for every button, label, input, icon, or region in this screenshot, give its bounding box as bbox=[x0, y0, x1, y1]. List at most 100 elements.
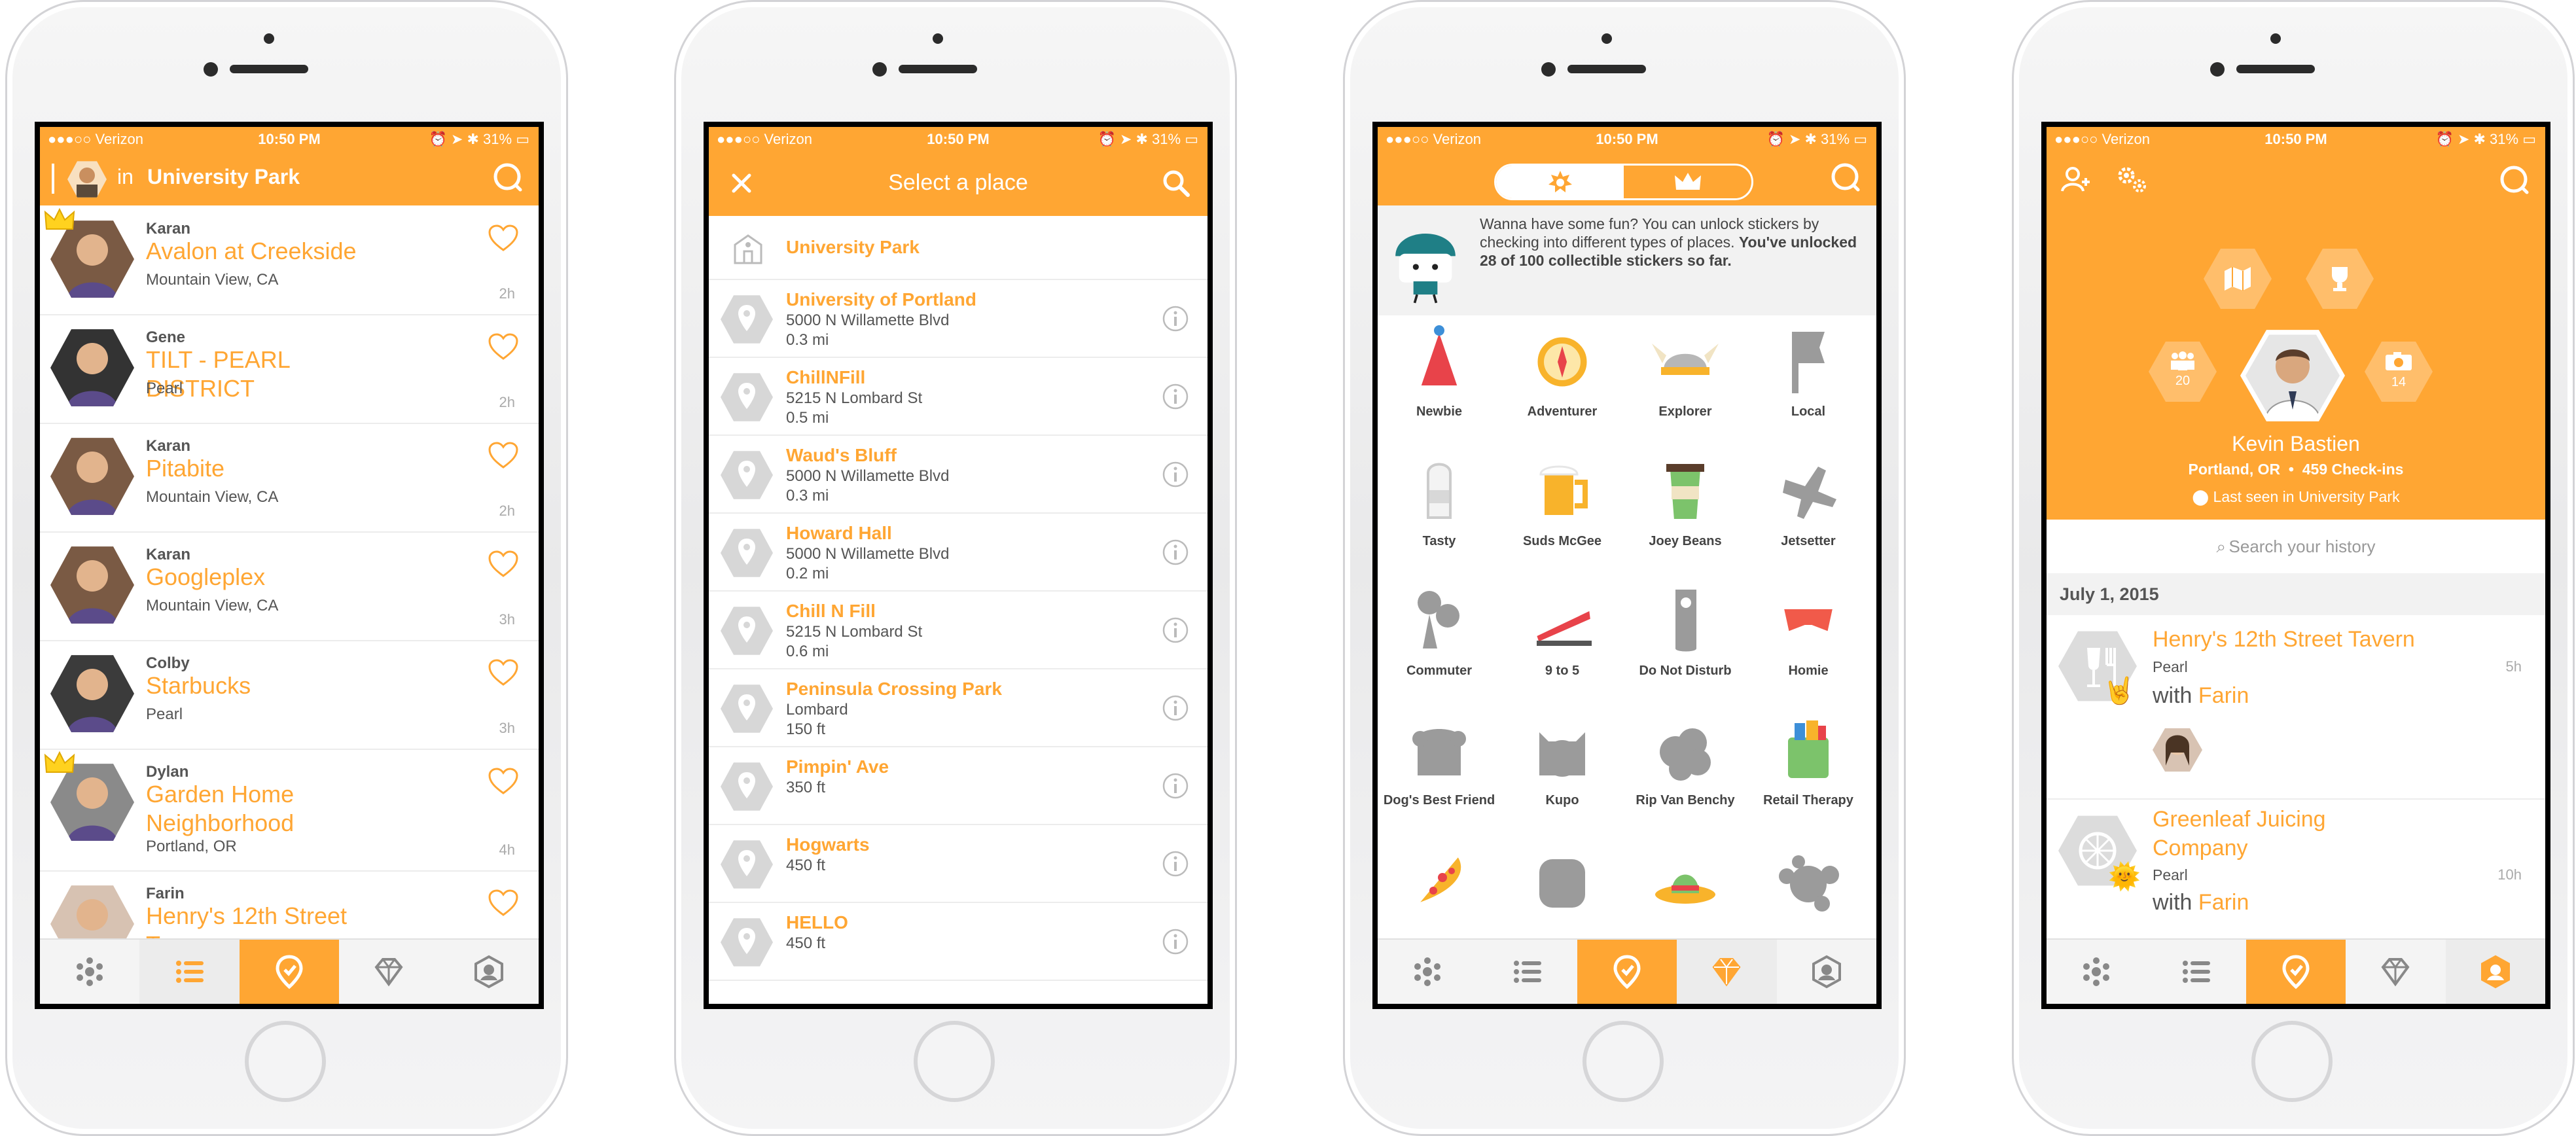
tab-feed[interactable] bbox=[1477, 940, 1577, 1004]
feed-item[interactable]: Colby Starbucks Pearl 3h bbox=[40, 640, 539, 750]
place-row[interactable]: Howard Hall 5000 N Willamette Blvd 0.2 m… bbox=[709, 512, 1208, 592]
sticker-item[interactable]: Newbie bbox=[1378, 321, 1501, 445]
info-icon[interactable] bbox=[1162, 772, 1189, 800]
sticker-item[interactable]: Tasty bbox=[1378, 450, 1501, 575]
history-search[interactable]: ⌕ Search your history bbox=[2047, 520, 2545, 575]
heart-icon[interactable] bbox=[488, 441, 519, 470]
sticker-item[interactable]: Homie bbox=[1747, 580, 1870, 704]
sticker-item[interactable]: Kupo bbox=[1501, 709, 1624, 834]
tab-profile[interactable] bbox=[439, 940, 539, 1004]
tab-checkin[interactable] bbox=[1577, 940, 1677, 1004]
info-icon[interactable] bbox=[1162, 928, 1189, 955]
tab-nearby[interactable] bbox=[2047, 940, 2146, 1004]
tab-feed[interactable] bbox=[2146, 940, 2245, 1004]
feed-place[interactable]: Starbucks bbox=[146, 671, 395, 700]
sticker-item[interactable]: Local bbox=[1747, 321, 1870, 445]
feed-item[interactable]: Karan Googleplex Mountain View, CA 3h bbox=[40, 531, 539, 641]
home-button[interactable] bbox=[1583, 1021, 1664, 1102]
tab-nearby[interactable] bbox=[40, 940, 139, 1004]
sticker-item[interactable]: Jetsetter bbox=[1747, 450, 1870, 575]
sticker-item[interactable]: Adventurer bbox=[1501, 321, 1624, 445]
search-bubble-icon[interactable] bbox=[2498, 164, 2531, 196]
info-icon[interactable] bbox=[1162, 850, 1189, 878]
current-place-row[interactable]: University Park bbox=[709, 216, 1208, 280]
tab-checkin[interactable] bbox=[239, 940, 340, 1004]
info-icon[interactable] bbox=[1162, 461, 1189, 488]
feed-item[interactable]: Karan Avalon at Creekside Mountain View,… bbox=[40, 205, 539, 315]
profile-photo-frame[interactable] bbox=[2240, 330, 2345, 421]
sticker-item[interactable]: Commuter bbox=[1378, 580, 1501, 704]
photos-hex-button[interactable]: 14 bbox=[2365, 342, 2433, 402]
search-icon[interactable] bbox=[1162, 169, 1190, 198]
tab-profile[interactable] bbox=[2445, 940, 2545, 1004]
sticker-item[interactable]: Explorer bbox=[1624, 321, 1747, 445]
feed-place[interactable]: Garden Home Neighborhood bbox=[146, 780, 395, 838]
info-icon[interactable] bbox=[1162, 616, 1189, 644]
place-row[interactable]: ChillNFill 5215 N Lombard St 0.5 mi bbox=[709, 357, 1208, 436]
friend-avatar[interactable] bbox=[50, 885, 134, 940]
search-bubble-icon[interactable] bbox=[1829, 161, 1862, 194]
friend-avatar[interactable] bbox=[2153, 728, 2202, 772]
map-hex-button[interactable] bbox=[2204, 249, 2272, 309]
history-search-input[interactable]: Search your history bbox=[2229, 537, 2376, 556]
tab-checkin[interactable] bbox=[2245, 940, 2346, 1004]
heart-icon[interactable] bbox=[488, 550, 519, 578]
feed-place[interactable]: TILT - PEARL DISTRICT bbox=[146, 346, 395, 403]
search-bubble-icon[interactable] bbox=[492, 161, 524, 194]
history-item[interactable]: 🤘 Henry's 12th Street Tavern Pearl 5h wi… bbox=[2047, 615, 2545, 800]
add-friend-icon[interactable] bbox=[2060, 164, 2091, 195]
place-row[interactable]: Peninsula Crossing Park Lombard 150 ft bbox=[709, 668, 1208, 747]
feed-item[interactable]: Dylan Garden Home Neighborhood Portland,… bbox=[40, 749, 539, 872]
info-icon[interactable] bbox=[1162, 694, 1189, 722]
place-row[interactable]: HELLO 450 ft bbox=[709, 902, 1208, 981]
tab-profile[interactable] bbox=[1777, 940, 1876, 1004]
sticker-item[interactable]: Retail Therapy bbox=[1747, 709, 1870, 834]
home-button[interactable] bbox=[914, 1021, 995, 1102]
sticker-item[interactable] bbox=[1624, 839, 1747, 940]
tab-nearby[interactable] bbox=[1378, 940, 1477, 1004]
heart-icon[interactable] bbox=[488, 224, 519, 253]
heart-icon[interactable] bbox=[488, 332, 519, 361]
info-icon[interactable] bbox=[1162, 539, 1189, 566]
sticker-item[interactable] bbox=[1747, 839, 1870, 940]
feed-place[interactable]: Pitabite bbox=[146, 454, 395, 483]
settings-gears-icon[interactable] bbox=[2115, 164, 2149, 195]
place-row[interactable]: Chill N Fill 5215 N Lombard St 0.6 mi bbox=[709, 590, 1208, 669]
sticker-item[interactable]: Dog's Best Friend bbox=[1378, 709, 1501, 834]
sticker-item[interactable]: Do Not Disturb bbox=[1624, 580, 1747, 704]
friend-avatar[interactable] bbox=[50, 546, 134, 624]
tab-stickers[interactable] bbox=[2346, 940, 2445, 1004]
tab-stickers[interactable] bbox=[339, 940, 438, 1004]
feed-item[interactable]: Gene TILT - PEARL DISTRICT Pearl 2h bbox=[40, 314, 539, 424]
place-row[interactable]: University of Portland 5000 N Willamette… bbox=[709, 279, 1208, 358]
friends-hex-button[interactable]: 20 bbox=[2149, 342, 2217, 402]
sticker-item[interactable]: Rip Van Benchy bbox=[1624, 709, 1747, 834]
feed-place[interactable]: Googleplex bbox=[146, 563, 395, 592]
info-icon[interactable] bbox=[1162, 383, 1189, 410]
heart-icon[interactable] bbox=[488, 889, 519, 917]
place-row[interactable]: Pimpin' Ave 350 ft bbox=[709, 746, 1208, 825]
friend-avatar[interactable] bbox=[50, 329, 134, 406]
home-button[interactable] bbox=[2251, 1021, 2333, 1102]
trophy-hex-button[interactable] bbox=[2306, 249, 2374, 309]
avatar[interactable] bbox=[67, 161, 107, 198]
sticker-item[interactable]: 9 to 5 bbox=[1501, 580, 1624, 704]
tab-stickers[interactable] bbox=[1677, 940, 1777, 1004]
tab-feed[interactable] bbox=[139, 940, 240, 1004]
feed-item[interactable]: Farin Henry's 12th Street Tavern bbox=[40, 870, 539, 940]
info-icon[interactable] bbox=[1162, 305, 1189, 332]
friend-avatar[interactable] bbox=[50, 655, 134, 732]
segment-mayorships[interactable] bbox=[1624, 166, 1751, 198]
home-button[interactable] bbox=[245, 1021, 326, 1102]
place-row[interactable]: Hogwarts 450 ft bbox=[709, 824, 1208, 903]
sticker-item[interactable]: Suds McGee bbox=[1501, 450, 1624, 575]
feed-place[interactable]: Henry's 12th Street Tavern bbox=[146, 902, 395, 940]
heart-icon[interactable] bbox=[488, 767, 519, 796]
feed-place[interactable]: Avalon at Creekside bbox=[146, 237, 395, 266]
feed-item[interactable]: Karan Pitabite Mountain View, CA 2h bbox=[40, 423, 539, 533]
heart-icon[interactable] bbox=[488, 658, 519, 687]
header-place[interactable]: University Park bbox=[147, 165, 300, 189]
sticker-item[interactable]: Joey Beans bbox=[1624, 450, 1747, 575]
segment-stickers[interactable] bbox=[1496, 166, 1624, 198]
place-row[interactable]: Waud's Bluff 5000 N Willamette Blvd 0.3 … bbox=[709, 435, 1208, 514]
